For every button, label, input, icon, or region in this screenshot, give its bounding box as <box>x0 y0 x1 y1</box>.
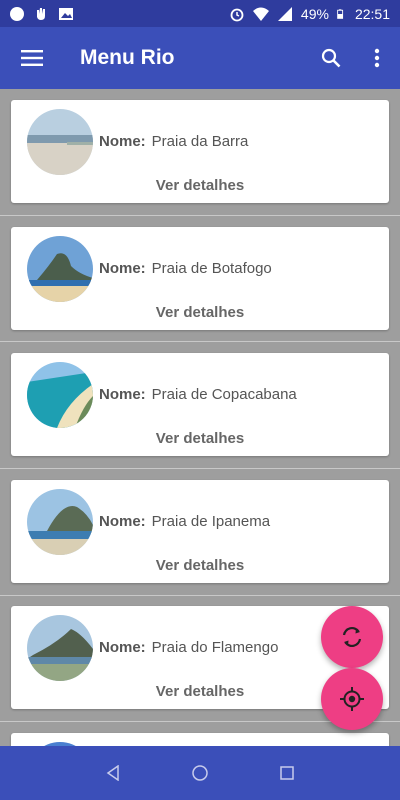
details-button[interactable]: Ver detalhes <box>11 177 389 194</box>
app-bar: Menu Rio <box>0 27 400 89</box>
beach-name-row: Nome: Praia da Barra <box>99 133 248 150</box>
details-button[interactable]: Ver detalhes <box>11 430 389 447</box>
beach-thumbnail <box>27 236 93 302</box>
beach-name-row: Nome: Praia de Botafogo <box>99 260 272 277</box>
signal-icon <box>277 6 292 21</box>
name-label: Nome: <box>99 133 146 150</box>
back-icon[interactable] <box>93 753 133 793</box>
beach-name: Praia de Ipanema <box>151 513 271 530</box>
system-nav-bar <box>0 746 400 800</box>
page-title: Menu Rio <box>80 46 175 69</box>
beach-thumbnail <box>27 362 93 428</box>
home-icon[interactable] <box>180 753 220 793</box>
battery-icon <box>337 8 344 19</box>
beach-card[interactable]: Nome: Praia de Ipanema Ver detalhes <box>11 480 389 583</box>
beach-card-partial[interactable] <box>11 733 389 746</box>
name-label: Nome: <box>99 513 146 530</box>
divider <box>0 468 400 469</box>
notification-dot-icon <box>10 6 24 21</box>
beach-name-row: Nome: Praia de Ipanema <box>99 513 270 530</box>
divider <box>0 341 400 342</box>
beach-name: Praia de Botafogo <box>151 260 272 277</box>
beach-thumbnail <box>27 489 93 555</box>
alarm-icon <box>230 8 244 21</box>
sync-icon <box>342 627 362 647</box>
name-label: Nome: <box>99 260 146 277</box>
beach-card[interactable]: Nome: Praia de Botafogo Ver detalhes <box>11 227 389 330</box>
sync-fab[interactable] <box>321 606 383 668</box>
details-button[interactable]: Ver detalhes <box>11 557 389 574</box>
details-button[interactable]: Ver detalhes <box>11 304 389 321</box>
divider <box>0 595 400 596</box>
wifi-icon <box>252 7 269 21</box>
more-vert-icon[interactable] <box>354 27 400 89</box>
beach-name-row: Nome: Praia do Flamengo <box>99 639 278 656</box>
beach-thumbnail <box>27 109 93 175</box>
beach-name: Praia da Barra <box>151 133 249 150</box>
beach-name: Praia de Copacabana <box>151 386 297 403</box>
location-fab[interactable] <box>321 668 383 730</box>
beach-thumbnail <box>27 615 93 681</box>
name-label: Nome: <box>99 386 146 403</box>
hamburger-menu-icon[interactable] <box>0 27 64 89</box>
beach-card[interactable]: Nome: Praia da Barra Ver detalhes <box>11 100 389 203</box>
beach-name: Praia do Flamengo <box>151 639 279 656</box>
battery-percent: 49% <box>300 5 329 22</box>
status-bar: 49% 22:51 <box>0 0 400 27</box>
image-icon <box>59 7 73 20</box>
divider <box>0 215 400 216</box>
beach-name-row: Nome: Praia de Copacabana <box>99 386 297 403</box>
my-location-icon <box>340 687 364 711</box>
beach-card[interactable]: Nome: Praia de Copacabana Ver detalhes <box>11 353 389 456</box>
clock: 22:51 <box>354 5 390 22</box>
search-icon[interactable] <box>308 27 354 89</box>
hand-icon <box>37 7 45 20</box>
name-label: Nome: <box>99 639 146 656</box>
recents-icon[interactable] <box>267 753 307 793</box>
